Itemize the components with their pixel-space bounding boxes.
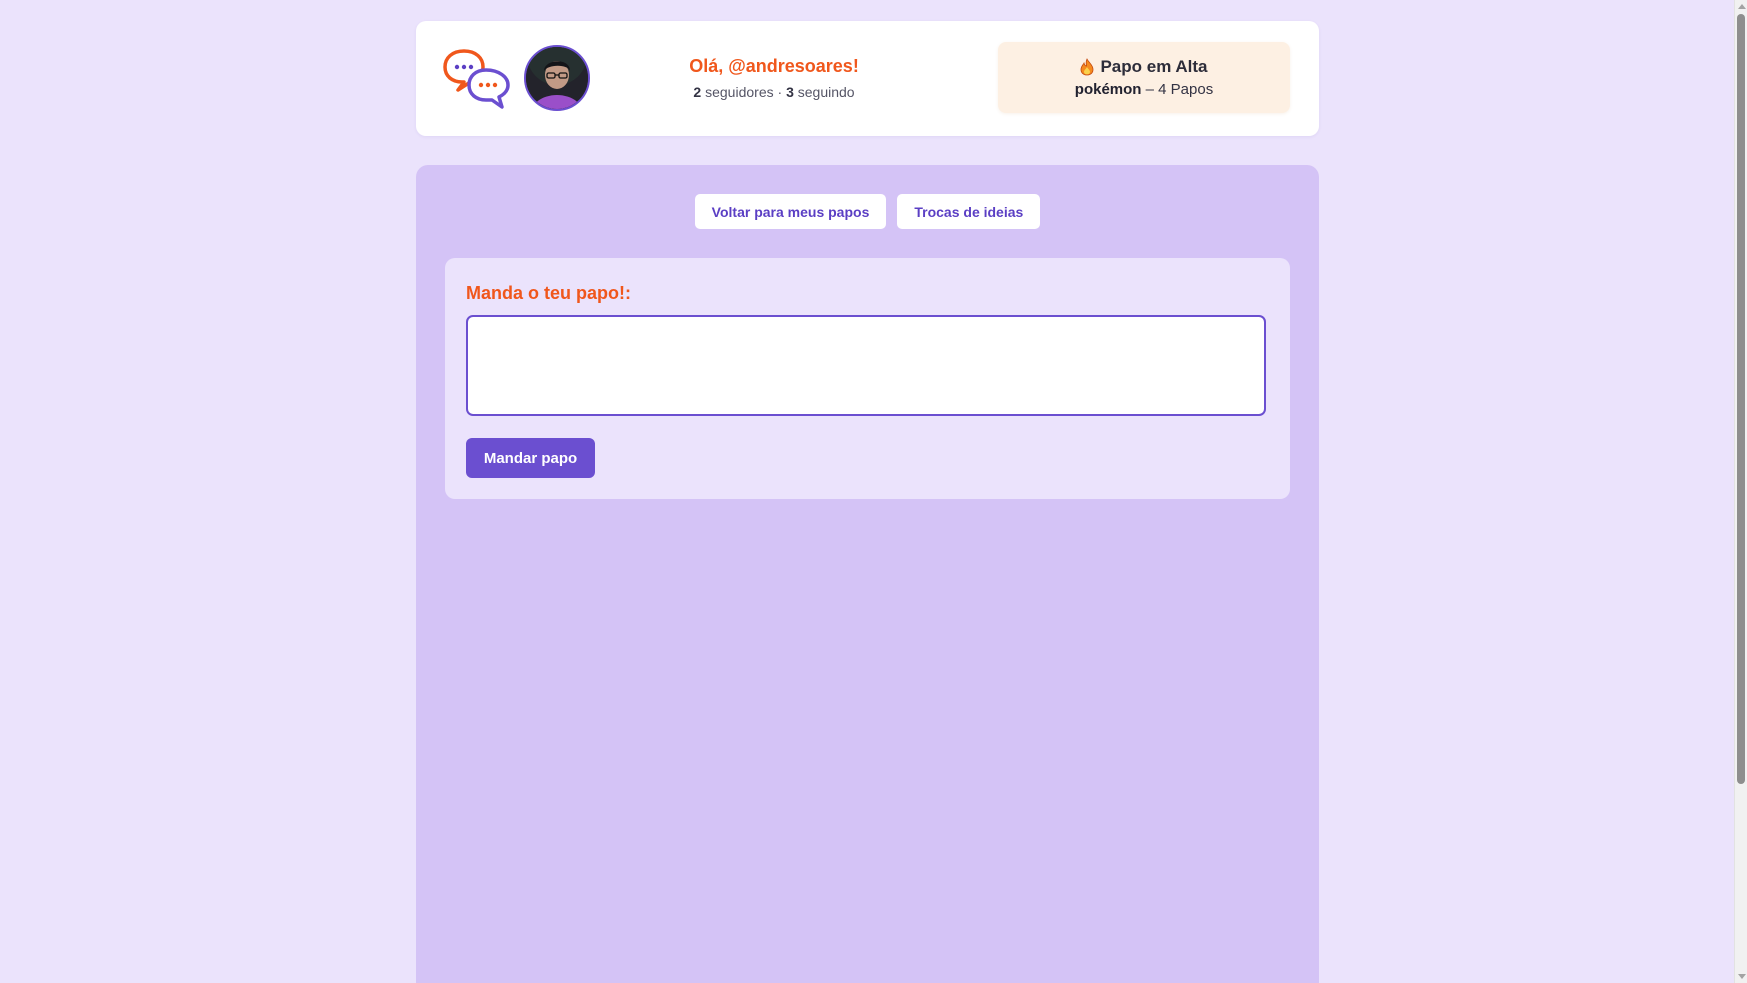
greeting-title: Olá, @andresoares!	[689, 56, 859, 76]
stats-separator: ·	[777, 84, 783, 100]
followers-label[interactable]: seguidores	[705, 84, 774, 100]
trending-topic[interactable]: pokémon	[1075, 81, 1142, 98]
trending-title-row: Papo em Alta	[998, 56, 1290, 78]
send-papo-button[interactable]: Mandar papo	[466, 438, 595, 478]
profile-header: Olá, @andresoares! 2 seguidores · 3 segu…	[416, 21, 1319, 136]
scrollbar-thumb[interactable]	[1737, 14, 1745, 784]
trending-subtitle: pokémon – 4 Papos	[998, 81, 1290, 99]
ideas-exchange-button[interactable]: Trocas de ideias	[897, 194, 1041, 229]
avatar[interactable]	[524, 45, 590, 111]
trending-count: 4 Papos	[1158, 81, 1214, 98]
back-to-my-papos-button[interactable]: Voltar para meus papos	[694, 194, 887, 229]
greeting-block: Olá, @andresoares! 2 seguidores · 3 segu…	[654, 55, 894, 101]
compose-card: Manda o teu papo!: Mandar papo	[445, 258, 1290, 499]
chat-bubbles-icon[interactable]	[442, 48, 510, 110]
trending-card[interactable]: Papo em Alta pokémon – 4 Papos	[998, 42, 1290, 113]
scroll-down-icon[interactable]	[1738, 974, 1746, 979]
following-label[interactable]: seguindo	[798, 84, 855, 100]
followers-count: 2	[693, 84, 702, 100]
fire-icon	[1081, 58, 1094, 76]
compose-label: Manda o teu papo!:	[466, 283, 631, 303]
following-count: 3	[786, 84, 794, 100]
nav-buttons: Voltar para meus papos Trocas de ideias	[416, 194, 1319, 229]
trending-title: Papo em Alta	[1100, 57, 1208, 76]
main-panel: Voltar para meus papos Trocas de ideias …	[416, 165, 1319, 983]
papo-input[interactable]	[466, 315, 1266, 416]
follow-stats: 2 seguidores · 3 seguindo	[654, 83, 894, 101]
user-avatar-icon	[526, 47, 588, 109]
app-viewport: Olá, @andresoares! 2 seguidores · 3 segu…	[0, 0, 1747, 983]
scroll-up-icon[interactable]	[1738, 4, 1746, 9]
page-scrollbar[interactable]	[1734, 0, 1747, 983]
trending-dash: –	[1145, 81, 1154, 98]
